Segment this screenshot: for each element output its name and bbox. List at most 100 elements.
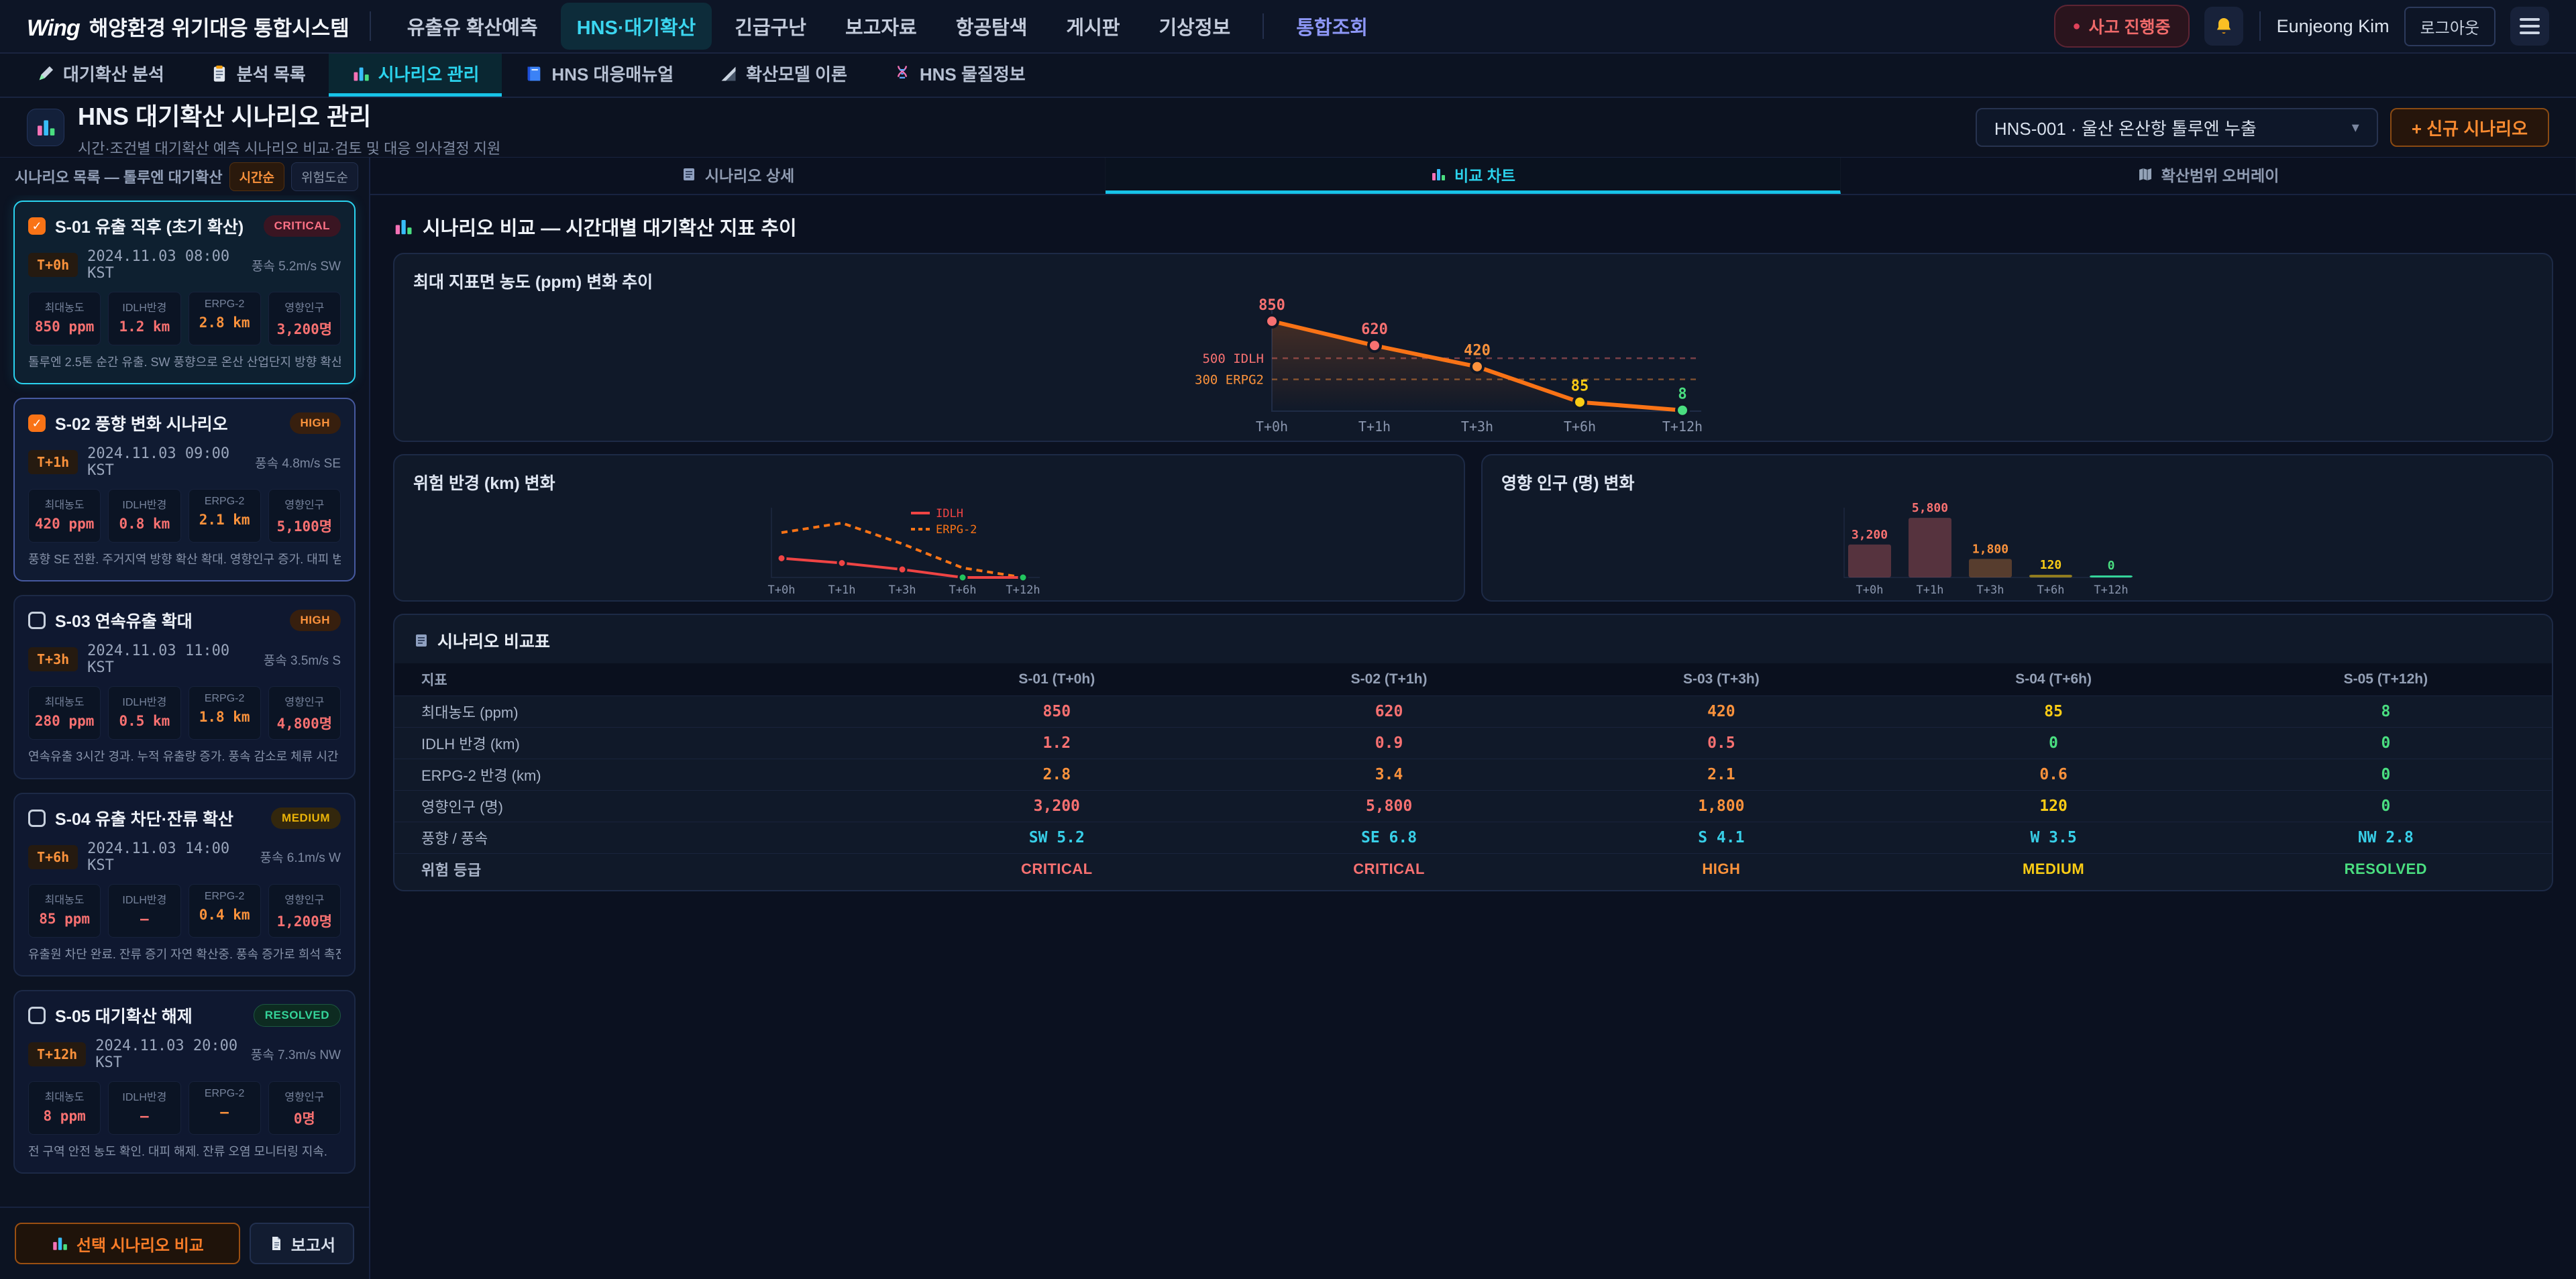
page-title-block: HNS 대기확산 시나리오 관리 시간·조건별 대기확산 예측 시나리오 비교·… <box>78 97 500 158</box>
main-tab-비교 차트[interactable]: 비교 차트 <box>1106 158 1841 194</box>
status-dot-icon: ● <box>2073 19 2081 34</box>
metric-tile: IDLH반경 — <box>108 1081 180 1135</box>
time-offset-chip: T+12h <box>28 1042 86 1066</box>
menu-button[interactable] <box>2510 7 2549 46</box>
svg-text:T+3h: T+3h <box>1977 583 2004 597</box>
subnav-item-HNS 대응매뉴얼[interactable]: HNS 대응매뉴얼 <box>502 54 696 97</box>
comparison-table-title: 시나리오 비교표 <box>437 628 550 653</box>
comparison-table-header: 시나리오 비교표 <box>394 615 2552 663</box>
subnav-item-대기확산 분석[interactable]: 대기확산 분석 <box>13 54 187 97</box>
metric-label: IDLH반경 <box>110 1088 178 1104</box>
scenario-checkbox[interactable]: ✓ <box>28 414 46 432</box>
scenario-card[interactable]: S-04 유출 차단·잔류 확산MEDIUMT+6h2024.11.03 14:… <box>13 793 356 977</box>
table-row-label: 영향인구 (명) <box>394 790 891 822</box>
ruler-icon <box>719 64 738 83</box>
metric-value: — <box>110 911 178 927</box>
svg-text:T+6h: T+6h <box>1564 419 1596 435</box>
metric-value: — <box>110 1108 178 1124</box>
new-scenario-button[interactable]: + 신규 시나리오 <box>2390 108 2549 147</box>
app-title: 해양환경 위기대응 통합시스템 <box>89 11 350 42</box>
report-button[interactable]: 보고서 <box>250 1223 354 1264</box>
metric-tile: ERPG-2— <box>189 1081 261 1135</box>
scenario-card[interactable]: ✓S-01 유출 직후 (초기 확산)CRITICALT+0h2024.11.0… <box>13 201 356 384</box>
svg-text:T+3h: T+3h <box>889 583 916 597</box>
table-cell: 0.6 <box>1887 759 2219 790</box>
metric-tile: IDLH반경— <box>108 884 180 938</box>
table-cell: NW 2.8 <box>2220 822 2552 853</box>
scenario-checkbox[interactable] <box>28 612 46 629</box>
status-badge-label: 사고 진행중 <box>2089 14 2171 38</box>
bar-chart-icon <box>35 117 56 138</box>
book-icon <box>525 64 543 83</box>
time-offset-chip: T+3h <box>28 647 78 671</box>
table-cell: 120 <box>1887 790 2219 822</box>
main-tab-확산범위 오버레이[interactable]: 확산범위 오버레이 <box>1841 158 2576 194</box>
scenario-checkbox[interactable]: ✓ <box>28 217 46 235</box>
concentration-panel: 최대 지표면 농도 (ppm) 변화 추이 500 IDLH300 ERPG28… <box>393 253 2553 442</box>
scenario-wind: 풍속 4.8m/s SE <box>255 453 341 471</box>
scenario-card[interactable]: S-03 연속유출 확대HIGHT+3h2024.11.03 11:00 KST… <box>13 595 356 779</box>
table-cell: W 3.5 <box>1887 822 2219 853</box>
scenario-card[interactable]: ✓S-02 풍향 변화 시나리오HIGHT+1h2024.11.03 09:00… <box>13 398 356 581</box>
scenario-title: S-03 연속유출 확대 <box>55 608 280 632</box>
scenario-title: S-02 풍향 변화 시나리오 <box>55 411 280 435</box>
incident-status-badge[interactable]: ● 사고 진행중 <box>2054 5 2190 48</box>
table-row: IDLH 반경 (km)1.20.90.500 <box>394 727 2552 759</box>
risk-badge: CRITICAL <box>264 215 341 237</box>
table-column-header: S-01 (T+0h) <box>891 663 1223 696</box>
svg-text:T+0h: T+0h <box>1256 419 1288 435</box>
subnav-item-확산모델 이론[interactable]: 확산모델 이론 <box>696 54 870 97</box>
metric-value: 4,800명 <box>270 713 339 733</box>
divider <box>1263 13 1264 39</box>
subnav-item-시나리오 관리[interactable]: 시나리오 관리 <box>329 54 502 97</box>
risk-badge: HIGH <box>290 412 341 434</box>
population-panel: 영향 인구 (명) 변화 3,200T+0h5,800T+1h1,800T+3h… <box>1481 454 2553 602</box>
subnav-item-분석 목록[interactable]: 분석 목록 <box>187 54 329 97</box>
nav-item-HNS·대기확산[interactable]: HNS·대기확산 <box>561 3 712 50</box>
nav-item-항공탐색[interactable]: 항공탐색 <box>940 3 1044 50</box>
sort-by-time-button[interactable]: 시간순 <box>229 162 284 191</box>
compare-button-label: 선택 시나리오 비교 <box>76 1232 204 1256</box>
scenario-datetime: 2024.11.03 08:00 KST <box>87 248 242 282</box>
metric-label: 최대농도 <box>30 298 99 315</box>
concentration-panel-title: 최대 지표면 농도 (ppm) 변화 추이 <box>394 254 2552 297</box>
risk-badge: HIGH <box>290 610 341 631</box>
scenario-checkbox[interactable] <box>28 810 46 827</box>
scenario-wind: 풍속 7.3m/s NW <box>251 1045 341 1063</box>
table-cell: SE 6.8 <box>1223 822 1555 853</box>
brand: Wing 해양환경 위기대응 통합시스템 <box>27 11 350 42</box>
metric-tile: 영향인구 4,800명 <box>268 686 341 740</box>
incident-select[interactable]: HNS-001 · 울산 온산항 톨루엔 누출 ▾ <box>1976 108 2378 147</box>
metric-value: 1.8 km <box>191 709 259 725</box>
nav-item-긴급구난[interactable]: 긴급구난 <box>718 3 822 50</box>
nav-item-보고자료[interactable]: 보고자료 <box>829 3 933 50</box>
metric-label: IDLH반경 <box>110 298 178 315</box>
scenario-datetime: 2024.11.03 20:00 KST <box>95 1038 241 1071</box>
bar-chart-icon <box>51 1235 68 1252</box>
time-offset-chip: T+1h <box>28 450 78 474</box>
concentration-line-chart: 500 IDLH300 ERPG2850T+0h620T+1h420T+3h85… <box>1071 297 1876 441</box>
notifications-button[interactable] <box>2204 7 2243 46</box>
metric-value: 0명 <box>270 1108 339 1128</box>
subnav-item-HNS 물질정보[interactable]: HNS 물질정보 <box>870 54 1049 97</box>
main-tab-시나리오 상세[interactable]: 시나리오 상세 <box>370 158 1106 194</box>
incident-select-value: HNS-001 · 울산 온산항 톨루엔 누출 <box>1994 115 2257 140</box>
metric-label: 영향인구 <box>270 693 339 709</box>
table-cell: 620 <box>1223 696 1555 727</box>
nav-item-게시판[interactable]: 게시판 <box>1050 3 1136 50</box>
scenario-card[interactable]: S-05 대기확산 해제RESOLVEDT+12h2024.11.03 20:0… <box>13 990 356 1174</box>
sort-by-risk-button[interactable]: 위험도순 <box>291 162 358 191</box>
compare-scenarios-button[interactable]: 선택 시나리오 비교 <box>15 1223 240 1264</box>
population-bar-chart: 3,200T+0h5,800T+1h1,800T+3h120T+6h0T+12h <box>1829 498 2205 600</box>
nav-item-유출유 확산예측[interactable]: 유출유 확산예측 <box>391 3 554 50</box>
scenario-checkbox[interactable] <box>28 1007 46 1024</box>
metric-tile: 최대농도8 ppm <box>28 1081 101 1135</box>
nav-item-통합조회[interactable]: 통합조회 <box>1280 3 1384 50</box>
metric-tile: 최대농도420 ppm <box>28 489 101 543</box>
table-cell: 0 <box>2220 759 2552 790</box>
metric-label: 최대농도 <box>30 496 99 512</box>
page-header: HNS 대기확산 시나리오 관리 시간·조건별 대기확산 예측 시나리오 비교·… <box>0 98 2576 157</box>
logout-button[interactable]: 로그아웃 <box>2404 7 2496 46</box>
metric-value: 5,100명 <box>270 516 339 536</box>
nav-item-기상정보[interactable]: 기상정보 <box>1142 3 1246 50</box>
